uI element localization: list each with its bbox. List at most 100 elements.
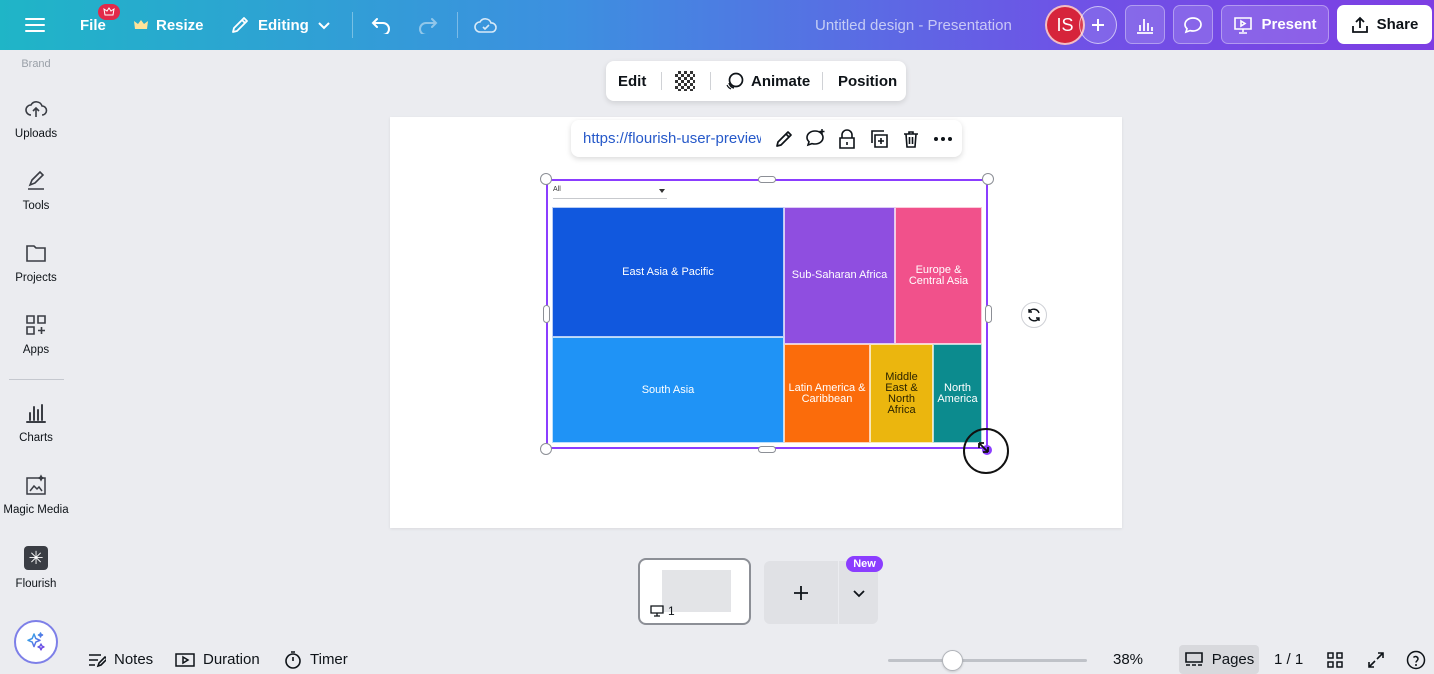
resize-handle-left[interactable] [543,305,550,323]
plus-icon [794,585,808,600]
animate-button[interactable]: Animate [725,61,810,101]
add-comment-button[interactable] [804,127,828,151]
page-number: 1 [650,604,675,618]
trash-icon [904,131,918,148]
present-button[interactable]: Present [1221,5,1329,44]
resize-handle-top-right[interactable] [982,173,994,185]
help-icon [1406,650,1426,670]
resize-handle-top[interactable] [758,176,776,183]
resize-handle-bottom[interactable] [758,446,776,453]
lock-button[interactable] [835,127,859,151]
redo-button[interactable] [417,0,439,50]
more-options-button[interactable] [931,127,955,151]
notes-button[interactable]: Notes [88,645,153,674]
timer-button[interactable]: Timer [284,645,348,674]
resize-handle-top-left[interactable] [540,173,552,185]
sidebar-divider [9,379,64,380]
toolbar-divider [661,72,662,90]
pencil-icon [776,131,792,147]
sidebar: Brand Uploads Tools Projects Apps Charts… [0,50,72,674]
sidebar-item-label: Projects [15,272,57,284]
comment-add-icon [806,129,825,147]
resize-button[interactable]: Resize [134,0,204,50]
play-box-icon [175,652,195,667]
grid-view-button[interactable] [1326,651,1344,674]
zoom-slider-thumb[interactable] [942,650,963,671]
page-counter: 1 / 1 [1274,645,1303,674]
sidebar-item-flourish[interactable]: ✳ Flourish [0,546,72,590]
resize-handle-right[interactable] [985,305,992,323]
rotate-button[interactable] [1021,302,1047,328]
fullscreen-button[interactable] [1367,651,1385,674]
transparency-icon [675,71,695,91]
bar-chart-icon [1137,18,1153,34]
resize-handle-bottom-left[interactable] [540,443,552,455]
edit-button[interactable]: Edit [618,61,646,101]
cloud-check-icon [474,18,497,33]
sidebar-item-projects[interactable]: Projects [0,242,72,284]
crown-alert-icon [103,7,115,16]
zoom-label: 38% [1113,651,1144,668]
edit-embed-button[interactable] [772,127,796,151]
duplicate-button[interactable] [867,127,891,151]
magic-image-icon [26,474,47,495]
notes-icon [89,653,106,667]
sidebar-item-label: Tools [22,200,50,212]
undo-button[interactable] [370,0,392,50]
design-title[interactable]: Untitled design - Presentation [815,0,1012,50]
add-page-button[interactable] [764,561,838,624]
expand-icon [1368,652,1384,668]
comment-icon [1184,16,1202,33]
comments-button[interactable] [1173,5,1213,44]
add-collaborator-button[interactable] [1079,6,1117,44]
page-number-label: 1 [668,604,675,618]
share-upload-icon [1351,16,1368,33]
element-context-toolbar: Edit Animate Position [606,61,906,101]
sidebar-item-charts[interactable]: Charts [0,402,72,444]
sidebar-item-apps[interactable]: Apps [0,314,72,356]
redo-icon [419,18,438,34]
sidebar-item-uploads[interactable]: Uploads [0,98,72,140]
help-button[interactable] [1406,650,1426,674]
pencil-icon [232,17,248,33]
sparkle-icon [27,632,45,651]
editing-mode-button[interactable]: Editing [230,0,331,50]
lock-icon [839,129,855,149]
duration-button[interactable]: Duration [175,645,260,674]
position-button[interactable]: Position [838,61,897,101]
sidebar-item-brand[interactable]: Brand [0,58,72,70]
present-icon [1234,16,1253,34]
duplicate-icon [871,130,888,148]
toolbar-divider [710,72,711,90]
more-horizontal-icon [934,137,952,141]
sidebar-item-label: Uploads [14,128,58,140]
resize-cursor-icon [978,442,992,455]
share-button[interactable]: Share [1337,5,1432,44]
sidebar-item-label: Magic Media [3,504,69,516]
plus-icon [1092,19,1104,31]
magic-assistant-button[interactable] [14,620,58,664]
zoom-level[interactable]: 38% [1113,645,1143,674]
sidebar-item-magic-media[interactable]: Magic Media [0,474,72,516]
resize-label: Resize [156,16,204,34]
crown-icon [134,20,148,29]
delete-button[interactable] [899,127,923,151]
bar-chart-icon [26,404,46,423]
new-badge: New [846,556,883,572]
transparency-button[interactable] [675,61,695,101]
edit-label: Edit [618,72,647,90]
share-label: Share [1376,16,1419,33]
stopwatch-icon [285,650,301,669]
sidebar-item-tools[interactable]: Tools [0,170,72,212]
folder-icon [26,245,46,262]
insights-button[interactable] [1125,5,1165,44]
undo-icon [371,18,390,34]
embed-url-link[interactable]: https://flourish-user-preview [583,120,761,157]
rotate-icon [1028,308,1040,322]
save-status-button[interactable] [474,0,498,50]
menu-button[interactable] [24,0,46,50]
pages-button[interactable]: Pages [1179,645,1259,674]
zoom-slider-track[interactable] [888,659,1087,662]
sidebar-item-label: Flourish [15,578,57,590]
page-thumbnail[interactable]: 1 [638,558,751,625]
